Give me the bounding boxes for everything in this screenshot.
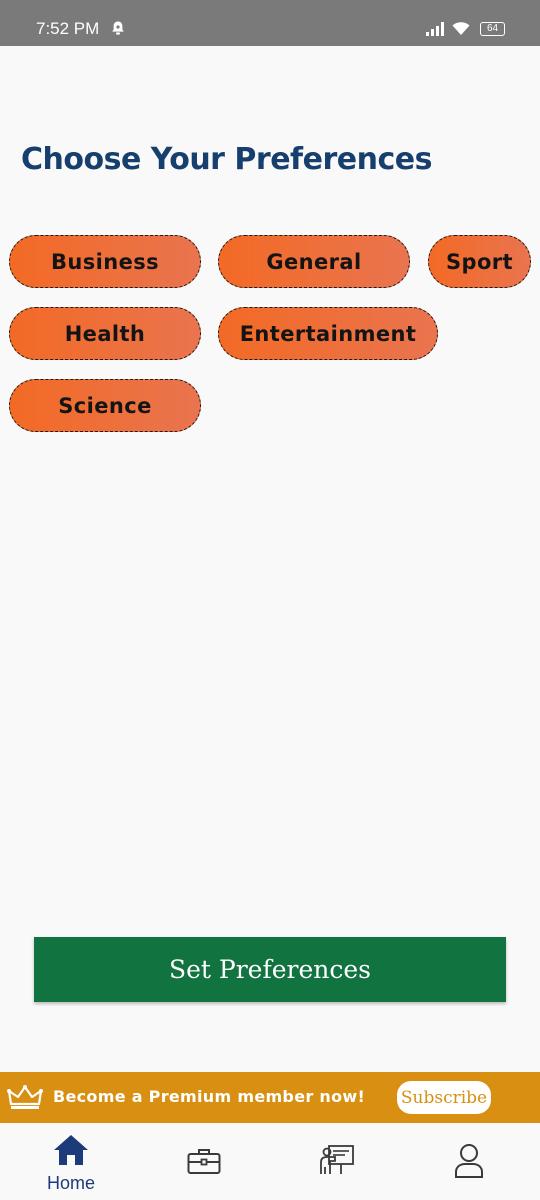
signal-icon <box>426 21 446 40</box>
subscribe-button[interactable]: Subscribe <box>397 1081 491 1114</box>
wifi-icon <box>452 21 470 40</box>
chip-sport[interactable]: Sport <box>428 235 531 288</box>
nav-presentation[interactable] <box>287 1123 387 1200</box>
profile-icon <box>453 1143 485 1183</box>
chip-entertainment[interactable]: Entertainment <box>218 307 438 360</box>
battery-icon: 64 <box>480 22 505 36</box>
nav-home-label: Home <box>46 1173 95 1193</box>
chip-general[interactable]: General <box>218 235 410 288</box>
briefcase-icon <box>187 1147 221 1179</box>
premium-text: Become a Premium member now! <box>53 1087 366 1106</box>
premium-banner: Become a Premium member now! Subscribe <box>0 1072 540 1123</box>
nav-profile[interactable] <box>419 1123 519 1200</box>
nav-briefcase[interactable] <box>154 1123 254 1200</box>
home-icon <box>53 1134 89 1170</box>
preferences-screen: 7:52 PM 64 Choose Your Preferences Busin… <box>0 0 540 1200</box>
crown-icon <box>7 1083 43 1115</box>
chip-business[interactable]: Business <box>9 235 201 288</box>
bottom-nav: Home <box>0 1123 540 1200</box>
chip-health[interactable]: Health <box>9 307 201 360</box>
set-preferences-button[interactable]: Set Preferences <box>34 937 506 1002</box>
notification-bell-icon <box>110 20 126 40</box>
page-title: Choose Your Preferences <box>21 142 432 177</box>
presentation-icon <box>319 1143 355 1181</box>
chip-science[interactable]: Science <box>9 379 201 432</box>
status-bar: 7:52 PM 64 <box>0 0 540 46</box>
nav-home[interactable]: Home <box>21 1123 121 1200</box>
status-time: 7:52 PM <box>36 19 100 38</box>
